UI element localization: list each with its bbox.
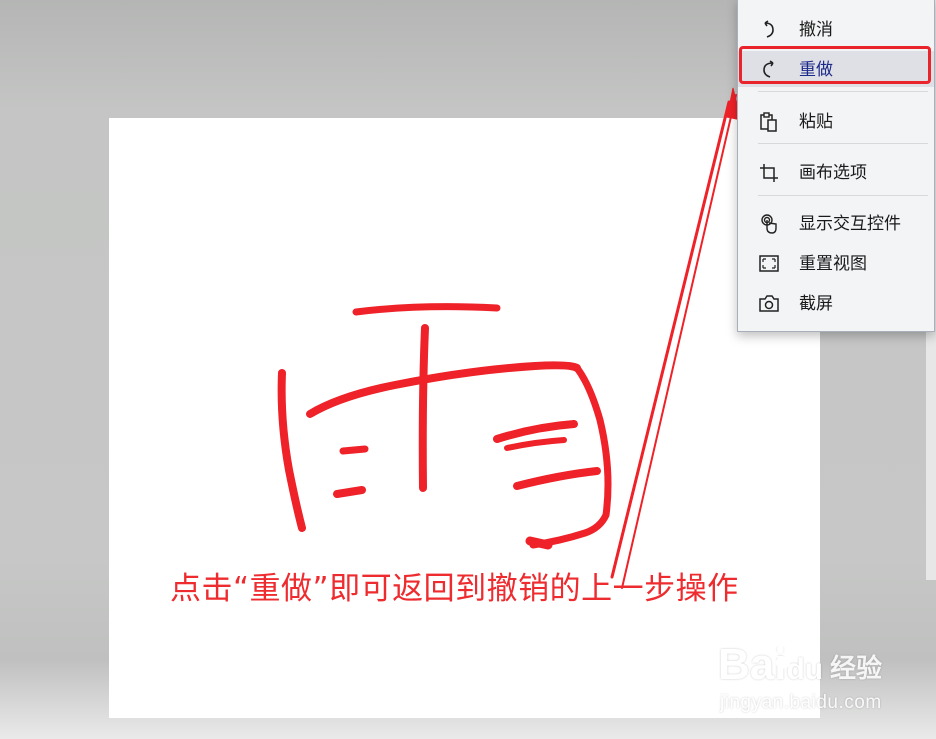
menu-item-show-interactive-controls[interactable]: 显示交互控件 — [738, 205, 934, 241]
camera-icon — [759, 295, 779, 312]
annotation-caption: 点击“重做”即可返回到撤销的上一步操作 — [170, 571, 739, 607]
paw-icon — [771, 645, 797, 669]
undo-icon — [764, 20, 774, 38]
paste-icon — [760, 112, 777, 132]
menu-item-paste[interactable]: 粘贴 — [738, 103, 934, 139]
menu-item-undo[interactable]: 撤消 — [738, 11, 934, 47]
drawing-canvas[interactable] — [109, 118, 820, 718]
menu-item-label: 重做 — [799, 60, 833, 80]
menu-item-screenshot[interactable]: 截屏 — [738, 285, 934, 321]
menu-item-canvas-options[interactable]: 画布选项 — [738, 154, 934, 190]
menu-separator — [758, 143, 928, 144]
menu-item-label: 撤消 — [799, 20, 833, 40]
redo-icon — [763, 60, 774, 78]
menu-item-reset-view[interactable]: 重置视图 — [738, 245, 934, 281]
context-menu: 撤消 重做 粘贴 画布选项 显示交互控件 重置视图 截屏 — [737, 0, 935, 332]
menu-item-label: 重置视图 — [799, 254, 867, 274]
menu-item-label: 截屏 — [799, 294, 833, 314]
watermark-url: jingyan.baidu.com — [720, 692, 882, 713]
menu-item-label: 显示交互控件 — [799, 214, 901, 234]
fit-view-icon — [759, 255, 779, 272]
menu-item-label: 画布选项 — [799, 163, 867, 183]
baidu-jingyan-watermark: Baidu 经验 jingyan.baidu.com — [718, 640, 898, 720]
crop-icon — [760, 164, 778, 182]
menu-separator — [758, 195, 928, 196]
touch-icon — [761, 214, 777, 234]
menu-separator — [758, 91, 928, 92]
menu-item-redo[interactable]: 重做 — [738, 51, 934, 87]
menu-item-label: 粘贴 — [799, 112, 833, 132]
watermark-site: 经验 — [830, 654, 883, 684]
